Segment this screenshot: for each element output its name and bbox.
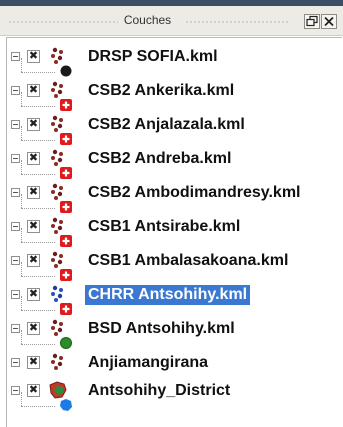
green-circle-icon [60,337,72,349]
legend-row [7,330,87,352]
red-cross-icon [60,235,72,247]
red-cross-icon [60,133,72,145]
legend-row [7,262,87,284]
visibility-checkbox[interactable]: ✖ [27,356,40,369]
expand-toggle[interactable] [11,386,20,395]
visibility-checkbox[interactable]: ✖ [27,118,40,131]
dots-icon [51,217,63,234]
dots-icon [51,285,63,302]
expand-toggle[interactable] [11,154,20,163]
layer-name[interactable]: CSB1 Antsirabe.kml [85,217,243,237]
expand-toggle[interactable] [11,52,20,61]
layer-name[interactable]: BSD Antsohihy.kml [85,319,238,339]
layer-name[interactable]: DRSP SOFIA.kml [85,47,221,67]
expand-toggle[interactable] [11,256,20,265]
legend-row [7,194,87,216]
layer-name[interactable]: CSB2 Andreba.kml [85,149,234,169]
red-cross-icon [60,99,72,111]
red-cross-icon [60,269,72,281]
layer-name[interactable]: CSB2 Ankerika.kml [85,81,237,101]
visibility-checkbox[interactable]: ✖ [27,384,40,397]
layer-name[interactable]: CSB2 Ambodimandresy.kml [85,183,304,203]
visibility-checkbox[interactable]: ✖ [27,84,40,97]
visibility-checkbox[interactable]: ✖ [27,254,40,267]
red-cross-icon [60,167,72,179]
expand-toggle[interactable] [11,120,20,129]
legend-row [7,296,87,318]
legend-row [7,126,87,148]
close-button[interactable] [321,14,337,29]
visibility-checkbox[interactable]: ✖ [27,186,40,199]
panel-title: Couches [0,13,295,27]
visibility-checkbox[interactable]: ✖ [27,288,40,301]
dots-icon [51,319,63,336]
legend-row [7,228,87,250]
dots-icon [51,47,63,64]
red-cross-icon [60,201,72,213]
dots-icon [51,81,63,98]
expand-toggle[interactable] [11,188,20,197]
visibility-checkbox[interactable]: ✖ [27,50,40,63]
dock-title-bar[interactable]: Couches [0,6,343,36]
dots-icon [51,149,63,166]
close-icon [324,16,334,27]
layer-name[interactable]: Antsohihy_District [85,381,233,401]
layer-name[interactable]: CHRR Antsohihy.kml [85,285,251,305]
legend-row [7,92,87,114]
expand-toggle[interactable] [11,222,20,231]
float-button[interactable] [304,14,320,29]
red-cross-icon [60,303,72,315]
expand-toggle[interactable] [11,358,20,367]
expand-toggle[interactable] [11,324,20,333]
dots-icon [51,251,63,268]
expand-toggle[interactable] [11,290,20,299]
dots-icon [51,353,63,370]
dots-icon [51,115,63,132]
legend-row [7,58,87,80]
visibility-checkbox[interactable]: ✖ [27,220,40,233]
visibility-checkbox[interactable]: ✖ [27,152,40,165]
float-icon [306,15,318,27]
polygon-layer-icon [49,381,67,399]
layer-name[interactable]: Anjiamangirana [85,353,211,373]
layer-name[interactable]: CSB1 Ambalasakoana.kml [85,251,291,271]
layer-tree[interactable]: ✖ DRSP SOFIA.kml ✖ CSB2 Ankerika.kml ✖ C… [6,37,342,427]
visibility-checkbox[interactable]: ✖ [27,322,40,335]
legend-row [7,392,87,414]
expand-toggle[interactable] [11,86,20,95]
dots-icon [51,183,63,200]
layer-name[interactable]: CSB2 Anjalazala.kml [85,115,248,135]
black-circle-icon [60,65,72,77]
legend-row [7,160,87,182]
blue-polygon-icon [60,399,72,411]
